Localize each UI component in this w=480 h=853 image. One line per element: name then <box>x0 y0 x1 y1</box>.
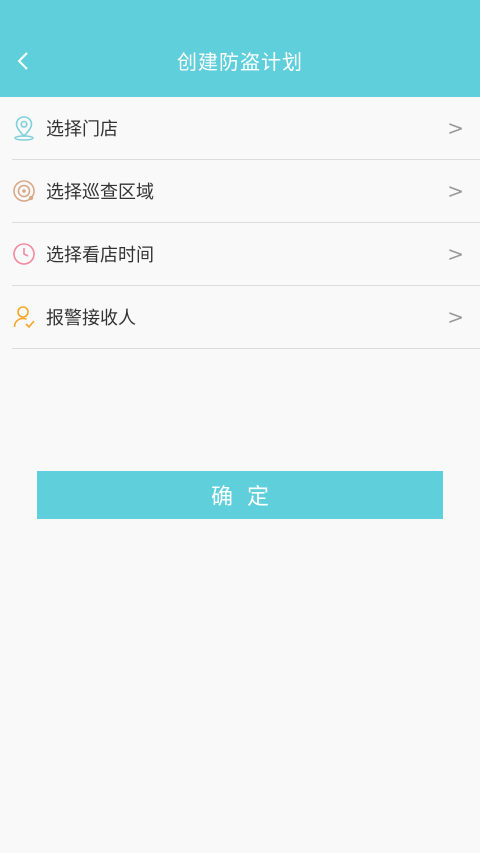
menu-list: 选择门店 > 选择巡查区域 > 选择看店时间 > 报警接收人 > <box>0 97 480 349</box>
page-title: 创建防盗计划 <box>177 50 303 74</box>
menu-item-alarm-recipient[interactable]: 报警接收人 > <box>12 286 480 349</box>
clock-icon <box>12 240 36 268</box>
confirm-button[interactable]: 确定 <box>37 471 443 519</box>
menu-item-select-store[interactable]: 选择门店 > <box>12 97 480 160</box>
chevron-right-icon: > <box>447 242 464 266</box>
screen: 创建防盗计划 选择门店 > 选择巡查区域 > 选择看店时间 > 报警接收人 > … <box>0 0 480 853</box>
location-pin-icon <box>12 114 36 142</box>
user-check-icon <box>12 303 36 331</box>
menu-item-label: 选择门店 <box>46 119 118 140</box>
menu-item-select-patrol-area[interactable]: 选择巡查区域 > <box>12 160 480 223</box>
app-header: 创建防盗计划 <box>0 0 480 97</box>
menu-item-label: 选择看店时间 <box>46 245 154 266</box>
menu-item-label: 选择巡查区域 <box>46 182 154 203</box>
chevron-right-icon: > <box>447 116 464 140</box>
chevron-right-icon: > <box>447 305 464 329</box>
patrol-area-icon <box>12 177 36 205</box>
chevron-right-icon: > <box>447 179 464 203</box>
menu-item-label: 报警接收人 <box>46 308 136 329</box>
menu-item-select-shop-time[interactable]: 选择看店时间 > <box>12 223 480 286</box>
